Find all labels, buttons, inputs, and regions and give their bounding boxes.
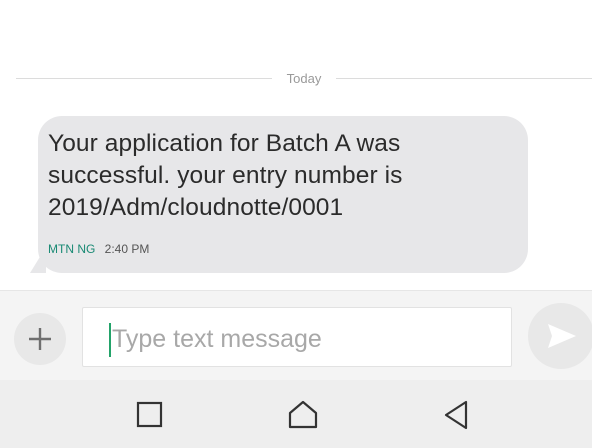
recents-button[interactable] (133, 398, 167, 432)
back-button[interactable] (440, 398, 474, 432)
recents-square-icon (136, 401, 163, 428)
conversation-view[interactable]: Today Your application for Batch A was s… (0, 0, 592, 290)
message-input-placeholder: Type text message (112, 325, 322, 353)
send-arrow-icon (548, 324, 576, 348)
message-bubble[interactable]: Your application for Batch A was success… (38, 116, 528, 273)
text-cursor (109, 323, 111, 357)
message-sender: MTN NG (48, 242, 96, 256)
home-button[interactable] (286, 398, 320, 432)
date-label: Today (286, 71, 322, 86)
navigation-bar (0, 380, 592, 448)
date-divider: Today (16, 70, 592, 88)
divider-line-left (16, 78, 272, 79)
divider-line-right (336, 78, 592, 79)
compose-bar: Type text message (0, 290, 592, 380)
attach-button[interactable] (14, 313, 66, 365)
back-triangle-icon (444, 400, 468, 430)
home-house-icon (288, 400, 318, 429)
message-input[interactable]: Type text message (82, 307, 512, 367)
message-time: 2:40 PM (104, 242, 150, 256)
message-text: Your application for Batch A was success… (48, 130, 403, 221)
plus-icon (29, 328, 51, 350)
message-meta: MTN NG 2:40 PM (48, 242, 149, 256)
send-button[interactable] (528, 303, 592, 369)
